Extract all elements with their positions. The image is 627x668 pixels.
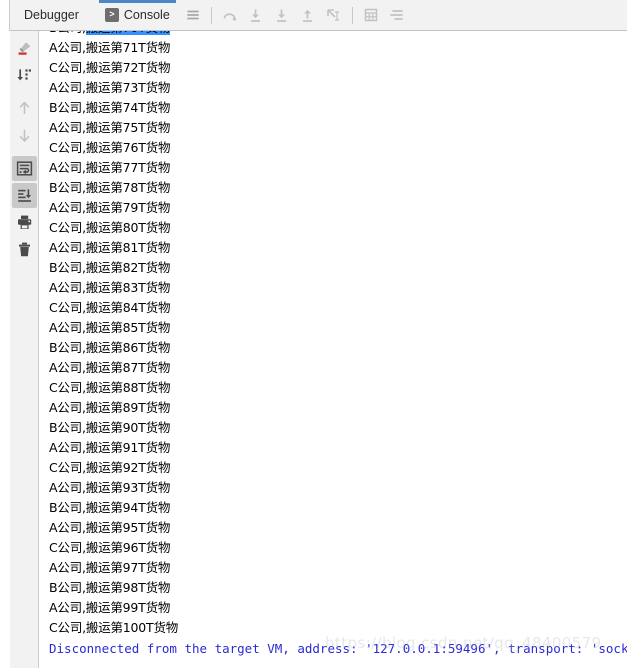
tab-console-label: Console [123,8,170,22]
console-log-line: A公司,搬运第85T货物 [49,320,171,335]
console-sidebar [10,31,39,668]
step-into-button[interactable] [243,2,269,28]
console-log-line: A公司,搬运第97T货物 [49,560,171,575]
console-log-line: C公司,搬运第72T货物 [49,60,171,75]
console-log-line: B公司,搬运第94T货物 [49,500,171,515]
selected-text: 搬运第70T货物 [85,31,170,35]
toolbar-separator-1 [210,6,212,24]
console-log-line: A公司,搬运第71T货物 [49,40,171,55]
console-log-line: B公司,搬运第74T货物 [49,100,171,115]
console-log-line: A公司,搬运第89T货物 [49,400,171,415]
console-log-line: A公司,搬运第87T货物 [49,360,171,375]
debug-toolbar: Debugger > Console [0,0,627,31]
console-log-line: B公司,搬运第98T货物 [49,580,171,595]
console-log-line: B公司,搬运第90T货物 [49,420,171,435]
console-log-line: A公司,搬运第99T货物 [49,600,171,615]
next-occurrence-button[interactable] [12,123,37,148]
console-log-line: C公司,搬运第76T货物 [49,140,171,155]
console-line-list: B公司,搬运第70T货物 A公司,搬运第71T货物 C公司,搬运第72T货物 A公司,… [40,31,627,659]
console-log-line: A公司,搬运第81T货物 [49,240,171,255]
tab-debugger-label: Debugger [24,8,79,22]
console-log-line: A公司,搬运第83T货物 [49,280,171,295]
console-log-line: C公司,搬运第92T货物 [49,460,171,475]
console-log-line: B公司,搬运第86T货物 [49,340,171,355]
console-icon: > [104,8,119,22]
tab-debugger[interactable]: Debugger [10,0,95,31]
evaluate-expression-button[interactable] [358,2,384,28]
soft-wrap-button[interactable] [11,156,37,181]
settings-button[interactable] [384,2,410,28]
console-log-line: A公司,搬运第79T货物 [49,200,171,215]
toolbar-left-edge [0,0,10,31]
scroll-to-end-button[interactable] [11,183,37,208]
console-log-line: C公司,搬运第84T货物 [49,300,171,315]
print-button[interactable] [12,210,37,235]
run-to-cursor-button[interactable] [321,2,347,28]
console-log-line: A公司,搬运第95T货物 [49,520,171,535]
tab-console[interactable]: > Console [95,0,180,31]
previous-occurrence-button[interactable] [12,96,37,121]
force-step-into-button[interactable] [269,2,295,28]
console-log-line: B公司,搬运第82T货物 [49,260,171,275]
toolbar-separator-2 [351,6,353,24]
console-log-line: A公司,搬运第73T货物 [49,80,171,95]
clear-all-button[interactable] [12,237,37,262]
console-output[interactable]: B公司,搬运第70T货物 A公司,搬运第71T货物 C公司,搬运第72T货物 A公司,… [40,31,627,668]
console-log-line: C公司,搬运第88T货物 [49,380,171,395]
console-log-line: A公司,搬运第93T货物 [49,480,171,495]
console-log-line: A公司,搬运第77T货物 [49,160,171,175]
console-log-line: C公司,搬运第96T货物 [49,540,171,555]
view-options-button[interactable] [180,2,206,28]
debugger-console-window: Debugger > Console A公司,搬运第71T货物 C公司,搬运第7… [0,0,627,668]
highlighter-button[interactable] [12,36,37,61]
step-over-button[interactable] [217,2,243,28]
sort-button[interactable] [12,63,37,88]
console-log-line: B公司,搬运第78T货物 [49,180,171,195]
console-log-line: C公司,搬运第100T货物 [49,620,179,635]
window-left-strip [0,31,10,668]
console-log-line: A公司,搬运第91T货物 [49,440,171,455]
step-out-button[interactable] [295,2,321,28]
console-log-line: C公司,搬运第80T货物 [49,220,171,235]
console-log-line: B公司,搬运第70T货物 [49,31,627,38]
console-system-message: Disconnected from the target VM, address… [49,641,627,656]
console-log-line: A公司,搬运第75T货物 [49,120,171,135]
